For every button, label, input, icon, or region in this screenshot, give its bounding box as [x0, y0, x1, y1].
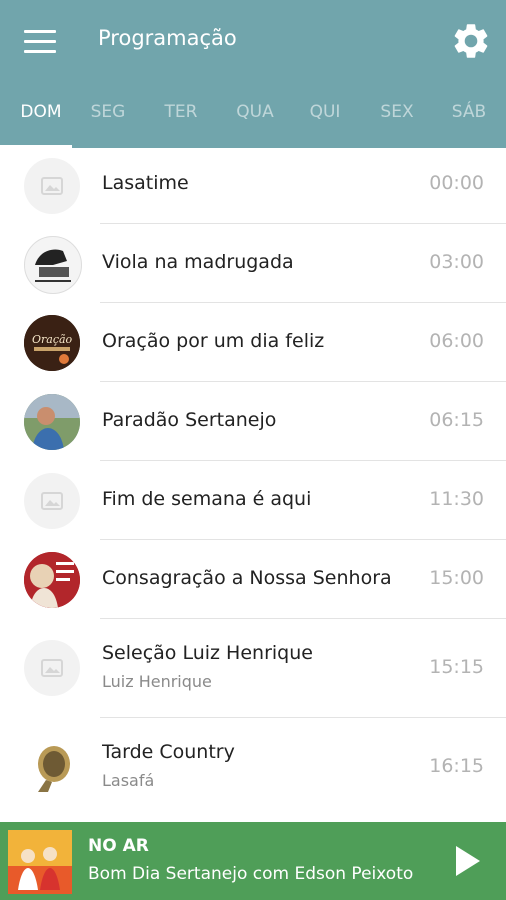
tab-qui[interactable]: QUI — [289, 102, 361, 122]
image-placeholder-icon — [24, 640, 80, 696]
now-playing-thumbnail — [8, 830, 72, 894]
on-air-label: NO AR — [88, 836, 149, 856]
list-item[interactable]: Seleção Luiz Henrique Luiz Henrique 15:1… — [0, 619, 506, 718]
list-item[interactable]: Paradão Sertanejo 06:15 — [0, 382, 506, 461]
program-name: Paradão Sertanejo — [102, 409, 277, 431]
tab-seg[interactable]: SEG — [72, 102, 144, 122]
tab-dom[interactable]: DOM — [5, 102, 77, 122]
play-icon[interactable] — [452, 844, 482, 878]
program-time: 00:00 — [429, 172, 484, 194]
program-name: Lasatime — [102, 172, 189, 194]
list-item[interactable]: Fim de semana é aqui 11:30 — [0, 461, 506, 540]
program-avatar — [24, 394, 80, 450]
gear-icon[interactable] — [450, 20, 492, 62]
tab-ter[interactable]: TER — [145, 102, 217, 122]
image-placeholder-icon — [24, 473, 80, 529]
program-time: 06:15 — [429, 409, 484, 431]
page-title: Programação — [98, 26, 237, 50]
now-playing-title: Bom Dia Sertanejo com Edson Peixoto — [88, 864, 414, 884]
program-avatar — [24, 740, 80, 796]
program-host: Lasafá — [102, 771, 155, 790]
image-placeholder-icon — [24, 158, 80, 214]
program-name: Fim de semana é aqui — [102, 488, 312, 510]
svg-text:Oração: Oração — [32, 333, 73, 346]
program-name: Tarde Country — [102, 741, 235, 763]
list-item[interactable]: Tarde Country Lasafá 16:15 — [0, 718, 506, 818]
program-name: Viola na madrugada — [102, 251, 294, 273]
program-time: 03:00 — [429, 251, 484, 273]
program-avatar — [24, 236, 82, 294]
program-name: Seleção Luiz Henrique — [102, 642, 313, 664]
list-item[interactable]: Oração Oração por um dia feliz 06:00 — [0, 303, 506, 382]
now-playing-bar[interactable]: NO AR Bom Dia Sertanejo com Edson Peixot… — [0, 822, 506, 900]
tab-sex[interactable]: SEX — [361, 102, 433, 122]
program-time: 16:15 — [429, 755, 484, 777]
program-time: 15:15 — [429, 656, 484, 678]
list-item[interactable]: Viola na madrugada 03:00 — [0, 224, 506, 303]
app-bar: Programação DOM SEG TER QUA QUI SEX SÁB — [0, 0, 506, 148]
program-name: Consagração a Nossa Senhora — [102, 567, 392, 589]
program-time: 06:00 — [429, 330, 484, 352]
day-tabs: DOM SEG TER QUA QUI SEX SÁB — [0, 86, 506, 148]
list-item[interactable]: Lasatime 00:00 — [0, 148, 506, 224]
program-host: Luiz Henrique — [102, 672, 212, 691]
list-item[interactable]: Consagração a Nossa Senhora 15:00 — [0, 540, 506, 619]
hamburger-menu-icon[interactable] — [24, 30, 56, 54]
program-avatar: Oração — [24, 315, 80, 371]
tab-sab[interactable]: SÁB — [433, 102, 505, 122]
program-time: 11:30 — [429, 488, 484, 510]
program-name: Oração por um dia feliz — [102, 330, 325, 352]
tab-qua[interactable]: QUA — [219, 102, 291, 122]
program-avatar — [24, 552, 80, 608]
program-time: 15:00 — [429, 567, 484, 589]
